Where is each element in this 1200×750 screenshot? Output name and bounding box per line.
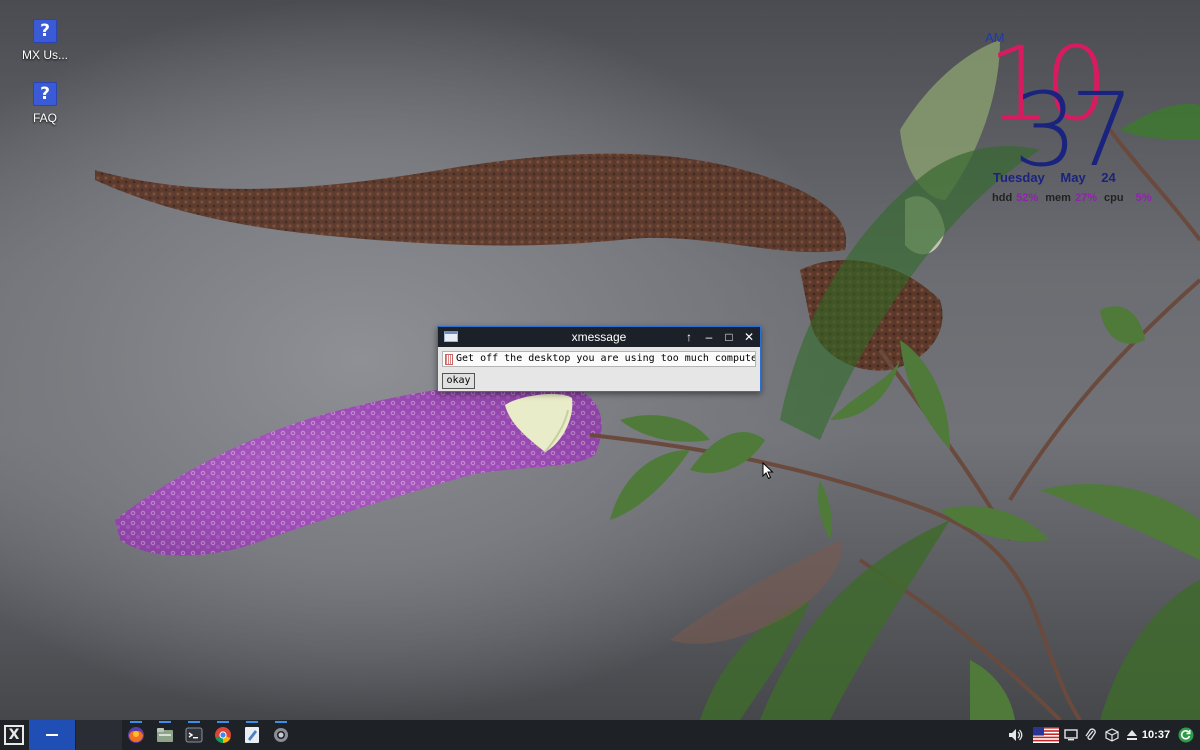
- clock-date: Tuesday May 24: [993, 170, 1116, 185]
- hdd-label: hdd: [992, 192, 1013, 204]
- workspace-1-button[interactable]: [29, 720, 75, 750]
- keyboard-layout-button[interactable]: [1031, 720, 1061, 750]
- window-title: xmessage: [571, 330, 627, 344]
- display-button[interactable]: [1060, 720, 1082, 750]
- xmessage-window: xmessage ↑ – □ ✕ Get off the desktop you…: [437, 326, 761, 392]
- screen-icon: [1064, 729, 1078, 741]
- message-text: Get off the desktop you are using too mu…: [456, 353, 756, 364]
- maximize-icon[interactable]: □: [720, 327, 738, 347]
- hdd-value: 52%: [1016, 192, 1039, 204]
- desktop-icon-mx-user-manual[interactable]: ? MX Us...: [10, 19, 80, 62]
- help-icon: ?: [33, 82, 57, 106]
- volume-icon: [1009, 729, 1023, 741]
- system-stats: hdd 52% mem 27% cpu 5%: [992, 192, 1156, 204]
- launcher-indicator: [188, 721, 200, 723]
- taskbar-clock[interactable]: 10:37: [1140, 720, 1172, 750]
- us-flag-icon: [1033, 727, 1059, 743]
- file-manager-icon: [157, 728, 173, 742]
- clipboard-button[interactable]: [1080, 720, 1102, 750]
- update-icon: [1178, 727, 1194, 743]
- eject-icon: [1127, 730, 1137, 740]
- message-text-box[interactable]: Get off the desktop you are using too mu…: [442, 351, 756, 367]
- workspace-2-button[interactable]: [76, 720, 122, 750]
- desktop-icon-label: FAQ: [32, 111, 57, 125]
- help-icon: ?: [33, 19, 57, 43]
- text-editor-launcher[interactable]: [238, 720, 266, 750]
- clipboard-icon: [1085, 728, 1096, 740]
- mem-label: mem: [1045, 192, 1071, 204]
- file-manager-launcher[interactable]: [151, 720, 179, 750]
- window-app-icon[interactable]: [444, 331, 458, 342]
- volume-button[interactable]: [1005, 720, 1027, 750]
- scroll-grip-icon: [445, 354, 453, 365]
- launcher-indicator: [159, 721, 171, 723]
- cpu-value: 5%: [1135, 192, 1152, 204]
- workspace-indicator-icon: [46, 734, 58, 736]
- firefox-icon: [128, 727, 144, 743]
- mem-value: 27%: [1074, 192, 1097, 204]
- clock-minute: 37: [1013, 71, 1135, 190]
- firefox-launcher[interactable]: [122, 720, 150, 750]
- taskbar: X 10:37: [0, 720, 1200, 750]
- minimize-icon[interactable]: –: [700, 327, 718, 347]
- mx-logo-icon: X: [4, 725, 24, 745]
- launcher-indicator: [246, 721, 258, 723]
- start-menu-button[interactable]: X: [0, 720, 28, 750]
- launcher-indicator: [217, 721, 229, 723]
- chrome-launcher[interactable]: [209, 720, 237, 750]
- cpu-label: cpu: [1104, 192, 1124, 204]
- close-icon[interactable]: ✕: [740, 327, 758, 347]
- package-updater-button[interactable]: [1101, 720, 1123, 750]
- terminal-launcher[interactable]: [180, 720, 208, 750]
- launcher-indicator: [275, 721, 287, 723]
- mouse-pointer-icon: [762, 462, 774, 480]
- conky-clock-widget: 10 37 AM Tuesday May 24 hdd 52% mem 27% cp…: [985, 30, 1185, 210]
- updater-button[interactable]: [1175, 720, 1197, 750]
- window-titlebar[interactable]: xmessage ↑ – □ ✕: [438, 327, 760, 347]
- package-icon: [1105, 728, 1119, 742]
- chrome-icon: [215, 727, 231, 744]
- settings-icon: [274, 728, 288, 742]
- keep-above-icon[interactable]: ↑: [680, 327, 698, 347]
- settings-launcher[interactable]: [267, 720, 295, 750]
- terminal-icon: [185, 727, 203, 743]
- text-editor-icon: [245, 727, 259, 743]
- desktop-icon-faq[interactable]: ? FAQ: [10, 82, 80, 125]
- okay-button[interactable]: okay: [442, 373, 475, 389]
- desktop-icon-label: MX Us...: [21, 48, 68, 62]
- launcher-indicator: [130, 721, 142, 723]
